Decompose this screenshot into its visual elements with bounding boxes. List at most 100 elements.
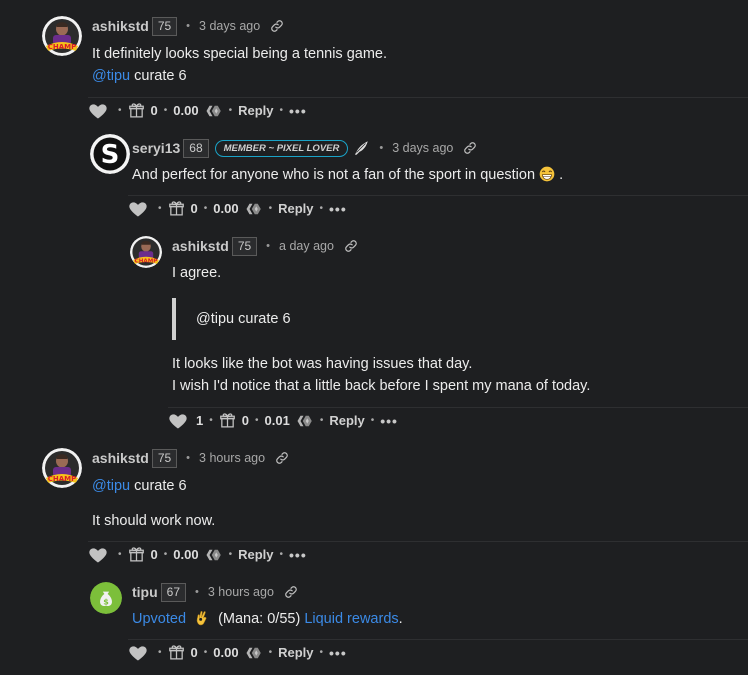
avatar[interactable]: [90, 582, 122, 614]
more-icon[interactable]: •••: [289, 103, 307, 119]
comment-text: And perfect for anyone who is not a fan …: [132, 167, 536, 183]
separator-dot: •: [195, 586, 199, 598]
separator-dot: •: [186, 452, 191, 464]
more-icon[interactable]: •••: [380, 413, 398, 429]
payout-value[interactable]: 0.00: [213, 201, 238, 216]
link-icon[interactable]: [270, 19, 284, 33]
heart-icon[interactable]: [88, 101, 108, 121]
gift-icon[interactable]: [128, 102, 145, 119]
username[interactable]: seryi13: [132, 140, 180, 156]
comment-text: curate 6: [134, 68, 187, 84]
more-icon[interactable]: •••: [289, 547, 307, 563]
timestamp[interactable]: 3 days ago: [199, 19, 260, 33]
gift-count: 0: [241, 413, 249, 428]
avatar[interactable]: [90, 134, 130, 174]
payout-value[interactable]: 0.00: [213, 645, 238, 660]
reply-button[interactable]: Reply: [329, 413, 364, 428]
timestamp[interactable]: a day ago: [279, 239, 334, 253]
payout-value[interactable]: 0.00: [173, 547, 198, 562]
hive-icon: [296, 412, 314, 430]
hive-icon: [205, 102, 223, 120]
mana-text: (Mana: 0/55): [218, 611, 301, 627]
username[interactable]: ashikstd: [92, 450, 149, 466]
avatar[interactable]: [42, 448, 82, 488]
username[interactable]: tipu: [132, 584, 158, 600]
separator-dot: •: [379, 142, 384, 154]
payout-value[interactable]: 0.01: [265, 413, 290, 428]
heart-icon[interactable]: [168, 411, 188, 431]
heart-icon[interactable]: [128, 643, 148, 663]
username[interactable]: ashikstd: [92, 18, 149, 34]
timestamp[interactable]: 3 hours ago: [199, 451, 265, 465]
timestamp[interactable]: 3 hours ago: [208, 585, 274, 599]
reputation-badge: 75: [151, 16, 178, 36]
comment-actions: 1 • 0 • 0.01 • Reply • •••: [168, 407, 748, 433]
gift-icon[interactable]: [168, 644, 185, 661]
comment-body: And perfect for anyone who is not a fan …: [132, 164, 563, 186]
reputation-badge: 75: [231, 236, 258, 256]
gift-icon[interactable]: [168, 200, 185, 217]
payout-value[interactable]: 0.00: [173, 103, 198, 118]
reputation-badge: 75: [151, 448, 178, 468]
comment-text: It looks like the bot was having issues …: [172, 356, 473, 372]
heart-icon[interactable]: [128, 199, 148, 219]
gift-count: 0: [150, 547, 158, 562]
mention-link[interactable]: @tipu: [92, 68, 130, 84]
tipu-avatar-icon: [90, 582, 122, 614]
avatar[interactable]: [42, 16, 82, 56]
heart-icon[interactable]: [88, 545, 108, 565]
comment-actions: • 0 • 0.00 • Reply • •••: [128, 639, 748, 665]
champ-avatar-icon: [42, 16, 82, 56]
comment-text: I agree.: [172, 265, 222, 281]
liquid-rewards-link[interactable]: Liquid rewards: [304, 611, 398, 627]
comment-text: curate 6: [134, 478, 187, 494]
avatar[interactable]: [130, 236, 162, 268]
comment-text: .: [398, 611, 403, 627]
more-icon[interactable]: •••: [329, 201, 347, 217]
member-badge[interactable]: MEMBER ~ PIXEL LOVER: [214, 139, 349, 157]
seryi-avatar-icon: [90, 134, 130, 174]
more-icon[interactable]: •••: [329, 645, 347, 661]
gift-icon[interactable]: [219, 412, 236, 429]
comment-text: It should work now.: [92, 513, 216, 529]
champ-avatar-icon: [130, 236, 162, 268]
link-icon[interactable]: [344, 239, 358, 253]
hive-icon: [205, 546, 223, 564]
ok-hand-emoji: [194, 610, 210, 626]
link-icon[interactable]: [284, 585, 298, 599]
reply-button[interactable]: Reply: [238, 547, 273, 562]
mention-link[interactable]: @tipu: [92, 478, 130, 494]
gift-count: 0: [190, 645, 198, 660]
gift-count: 0: [190, 201, 198, 216]
reputation-badge: 67: [160, 582, 187, 602]
hive-icon: [245, 200, 263, 218]
comment-body: Upvoted (Mana: 0/55) Liquid rewards.: [132, 608, 403, 630]
comment-body: It looks like the bot was having issues …: [172, 353, 590, 397]
grin-emoji: [539, 166, 555, 182]
reply-button[interactable]: Reply: [278, 201, 313, 216]
champ-avatar-icon: [42, 448, 82, 488]
upvoted-link[interactable]: Upvoted: [132, 611, 186, 627]
username[interactable]: ashikstd: [172, 238, 229, 254]
vote-count[interactable]: 1: [196, 413, 203, 428]
comment-text: It definitely looks special being a tenn…: [92, 46, 388, 62]
comment-actions: • 0 • 0.00 • Reply • •••: [88, 541, 748, 567]
link-icon[interactable]: [275, 451, 289, 465]
blockquote: @tipu curate 6: [172, 298, 291, 340]
reply-button[interactable]: Reply: [278, 645, 313, 660]
comment-text: I wish I'd notice that a little back bef…: [172, 378, 591, 394]
quote-text: @tipu curate 6: [196, 311, 291, 327]
reputation-badge: 68: [183, 138, 209, 158]
link-icon[interactable]: [463, 141, 477, 155]
gift-count: 0: [150, 103, 158, 118]
badge-prefix: MEMBER ~: [223, 142, 277, 154]
comment-text: .: [559, 167, 564, 183]
comment-actions: • 0 • 0.00 • Reply • •••: [128, 195, 748, 221]
badge-label: PIXEL LOVER: [276, 142, 340, 154]
separator-dot: •: [266, 240, 271, 252]
gift-icon[interactable]: [128, 546, 145, 563]
timestamp[interactable]: 3 days ago: [392, 141, 453, 155]
separator-dot: •: [186, 20, 191, 32]
comment-actions: • 0 • 0.00 • Reply • •••: [88, 97, 748, 123]
reply-button[interactable]: Reply: [238, 103, 273, 118]
